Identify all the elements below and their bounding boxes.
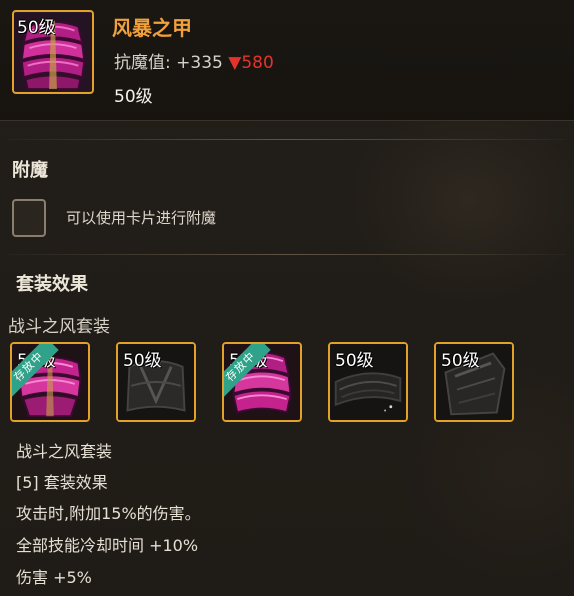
- divider: [8, 254, 566, 255]
- item-level-badge: 50级: [17, 18, 56, 38]
- set-piece-level: 50级: [335, 351, 374, 371]
- set-piece-5[interactable]: 50级: [434, 342, 514, 422]
- set-effect-title: 套装效果: [16, 274, 88, 295]
- stat-label: 抗魔值:: [114, 53, 171, 73]
- enchant-card-slot[interactable]: [12, 199, 46, 237]
- divider: [8, 139, 566, 140]
- item-tooltip: 50级 风暴之甲 抗魔值: +335 ▼580 50级 附魔 可以使用卡片进行附…: [0, 0, 574, 596]
- desc-line-2: [5] 套装效果: [16, 473, 108, 492]
- item-level: 50级: [114, 87, 153, 107]
- desc-line-5: 伤害 +5%: [16, 568, 92, 587]
- desc-line-4: 全部技能冷却时间 +10%: [16, 536, 199, 555]
- stat-delta: ▼580: [228, 53, 274, 73]
- enchant-hint: 可以使用卡片进行附魔: [66, 209, 217, 227]
- set-piece-1[interactable]: 50级 存放中: [10, 342, 90, 422]
- set-piece-level: 50级: [123, 351, 162, 371]
- item-icon-slot[interactable]: 50级: [12, 10, 94, 94]
- item-name: 风暴之甲: [112, 16, 192, 40]
- stat-line: 抗魔值: +335 ▼580: [114, 48, 274, 73]
- enchant-title: 附魔: [12, 160, 48, 181]
- set-piece-level: 50级: [441, 351, 480, 371]
- desc-line-3: 攻击时,附加15%的伤害。: [16, 504, 201, 523]
- stat-value: +335: [176, 53, 223, 73]
- set-piece-2[interactable]: 50级: [116, 342, 196, 422]
- set-piece-4[interactable]: 50级: [328, 342, 408, 422]
- set-name: 战斗之风套装: [8, 317, 110, 337]
- item-header: 50级 风暴之甲 抗魔值: +335 ▼580 50级: [0, 0, 574, 121]
- desc-line-1: 战斗之风套装: [16, 442, 113, 461]
- set-piece-3[interactable]: 50级 存放中: [222, 342, 302, 422]
